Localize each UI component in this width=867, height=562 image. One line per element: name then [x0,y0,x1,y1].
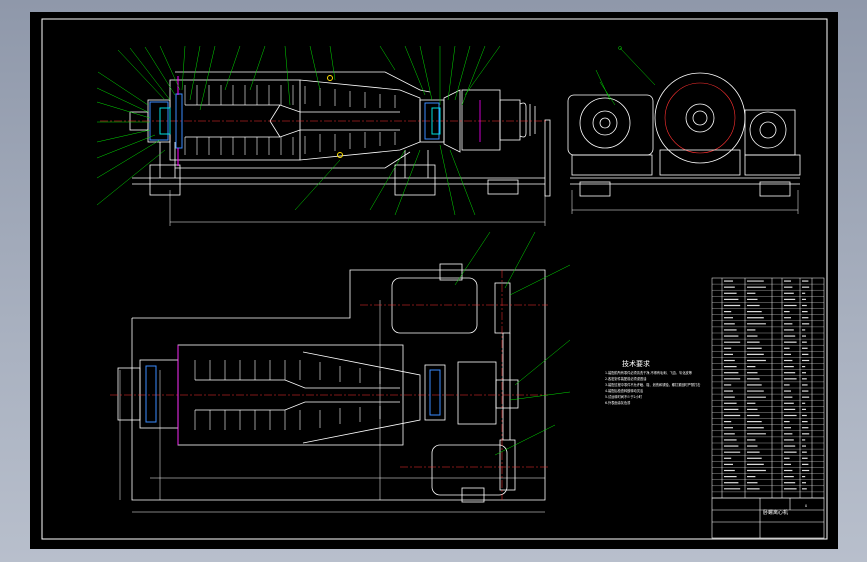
drawing-sheet: 技术要求 1.装配前所有零件必须清洗干净,不得有毛刺、飞边、氧化皮等 2.各密封… [30,12,838,549]
assembly-drawing: 技术要求 1.装配前所有零件必须清洗干净,不得有毛刺、飞边、氧化皮等 2.各密封… [41,18,828,540]
side-view-leaders [595,46,656,106]
plan-view-leaders [454,231,571,456]
aux-motor [431,444,508,496]
tech-req-item: 5.试运转时间不少于2小时 [605,394,643,399]
plan-view-colored [110,270,548,500]
main-motor [391,277,478,334]
base-plate-outline [131,269,546,501]
title-block [711,497,825,539]
section-view [129,71,551,226]
viewer-background: 技术要求 1.装配前所有零件必须清洗干净,不得有毛刺、飞边、氧化皮等 2.各密封… [0,0,867,562]
tech-req-item: 6.外表面涂灰色漆 [605,400,631,405]
technical-requirements: 技术要求 1.装配前所有零件必须清洗干净,不得有毛刺、飞边、氧化皮等 2.各密封… [605,359,700,405]
tech-req-item: 2.各密封件装配前必须浸透油 [605,376,646,381]
gearbox [461,89,501,151]
tech-req-item: 4.装配后检查转鼓转动灵活 [605,388,644,393]
plan-view [117,263,546,513]
title-block-name: 卧螺离心机 [763,509,788,516]
tech-req-title: 技术要求 [622,359,650,368]
section-colored-details [100,75,548,166]
bowl-cylinder [169,79,301,161]
parts-list [711,277,825,499]
tech-req-item: 1.装配前所有零件必须清洗干净,不得有毛刺、飞边、氧化皮等 [605,370,693,375]
side-view [567,72,801,214]
casing-circle [654,72,746,164]
motor-end-circle [579,97,631,149]
tech-req-item: 3.装配过程中零件不允许磕、碰、划伤和锈蚀，螺钉紧固时严禁打击 [605,382,700,387]
title-block-sheet: 0 [805,504,807,508]
